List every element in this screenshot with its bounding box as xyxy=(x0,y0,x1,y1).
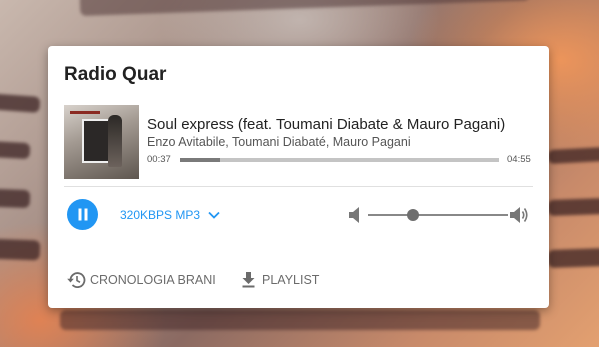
background-mic-stripe xyxy=(0,238,41,261)
current-time: 00:37 xyxy=(147,154,171,165)
background-mic-stripe xyxy=(547,146,599,164)
history-icon xyxy=(67,272,86,288)
volume-down-icon[interactable] xyxy=(349,206,361,224)
history-button[interactable]: CRONOLOGIA BRANI xyxy=(66,271,216,289)
playlist-label: PLAYLIST xyxy=(262,272,320,287)
download-icon xyxy=(242,272,255,288)
album-cover-caption-bar xyxy=(70,111,100,114)
player-card: Radio Quar Soul express (feat. Toumani D… xyxy=(48,46,549,308)
background-mic-stripe xyxy=(0,92,41,113)
pause-icon xyxy=(78,208,87,221)
background-mic-stripe xyxy=(0,140,31,160)
station-title: Radio Quar xyxy=(64,64,167,85)
quality-label: 320KBPS MP3 xyxy=(120,208,201,222)
background-mic-stripe xyxy=(547,247,599,268)
album-cover-figure xyxy=(108,115,122,167)
volume-slider-track[interactable] xyxy=(368,214,508,216)
background-mic-stripe xyxy=(60,310,540,330)
album-cover xyxy=(64,105,139,179)
chevron-down-icon xyxy=(208,211,220,219)
background-mic-stripe xyxy=(0,188,31,209)
volume-up-icon[interactable] xyxy=(510,206,530,224)
divider xyxy=(64,186,533,187)
track-title: Soul express (feat. Toumani Diabate & Ma… xyxy=(147,116,506,133)
track-progress-bar[interactable] xyxy=(180,158,499,162)
background-mic-stripe xyxy=(547,197,599,216)
track-artists: Enzo Avitabile, Toumani Diabaté, Mauro P… xyxy=(147,135,411,149)
quality-selector[interactable]: 320KBPS MP3 xyxy=(120,208,220,222)
background-mic-stripe xyxy=(79,0,531,16)
volume-slider-thumb[interactable] xyxy=(406,209,419,221)
track-duration: 04:55 xyxy=(507,154,531,165)
pause-button[interactable] xyxy=(67,199,98,230)
history-label: CRONOLOGIA BRANI xyxy=(90,273,216,287)
playlist-button[interactable]: PLAYLIST xyxy=(241,271,319,288)
track-progress-fill xyxy=(180,158,220,162)
